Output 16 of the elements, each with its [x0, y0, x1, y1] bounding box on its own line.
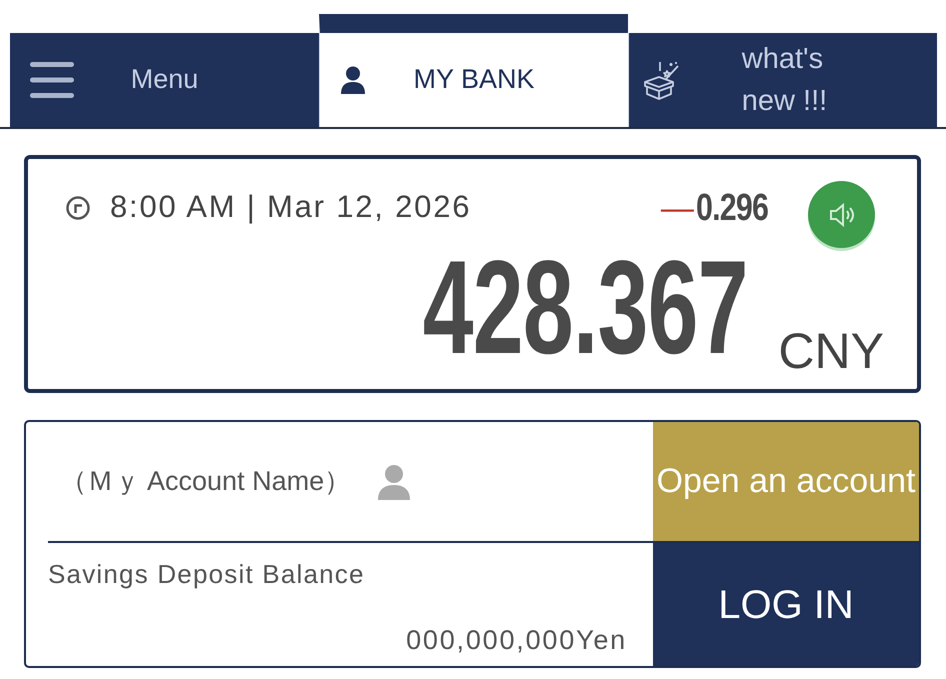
change-value: 0.296	[696, 188, 768, 226]
menu-icon	[30, 62, 74, 98]
balance-amount: 000,000,000Yen	[406, 624, 627, 656]
login-button[interactable]: LOG IN	[653, 543, 919, 666]
change-sign: —	[660, 191, 694, 224]
clock-icon	[66, 196, 90, 220]
balance-label: Savings Deposit Balance	[48, 558, 365, 591]
person-icon	[377, 464, 412, 500]
menu-tab[interactable]: Menu	[10, 33, 319, 127]
whats-new-tab[interactable]: what's new !!!	[628, 33, 937, 127]
rate-value: 428.367	[422, 252, 748, 366]
currency-code: CNY	[778, 326, 884, 376]
account-name-text: （Ｍｙ Account Name）	[60, 465, 352, 498]
timestamp-text: 8:00 AM | Mar 12, 2026	[110, 188, 472, 226]
my-bank-tab[interactable]: MY BANK	[319, 14, 628, 127]
person-icon	[340, 66, 366, 94]
